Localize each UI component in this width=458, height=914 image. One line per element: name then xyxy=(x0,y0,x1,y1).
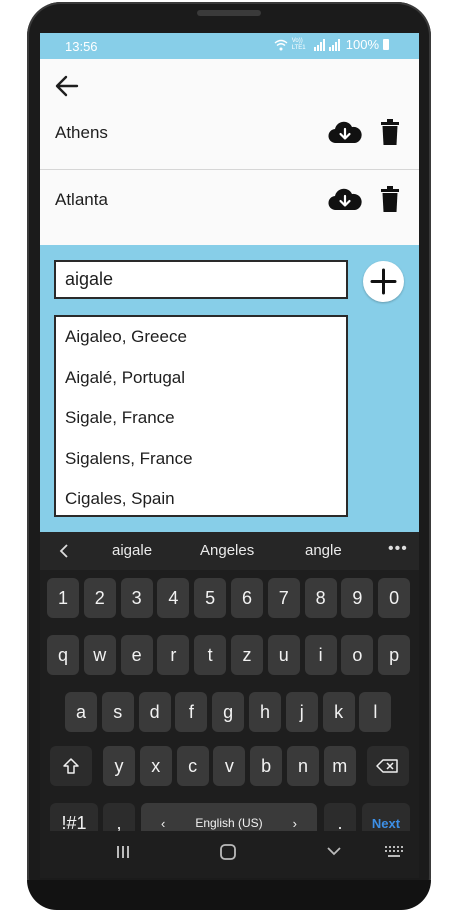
more-options-icon[interactable]: ••• xyxy=(388,540,408,558)
key-k[interactable]: k xyxy=(322,692,355,732)
chevron-left-icon[interactable] xyxy=(57,543,71,559)
key-x[interactable]: x xyxy=(139,746,172,786)
phone-speaker xyxy=(197,10,261,16)
status-time: 13:56 xyxy=(65,39,98,54)
keyboard-word-suggestion[interactable]: angle xyxy=(305,542,342,559)
cloud-download-icon[interactable] xyxy=(328,186,362,214)
signal-icon xyxy=(313,38,340,51)
system-navigation-bar xyxy=(40,831,419,878)
key-w[interactable]: w xyxy=(83,635,116,675)
suggestion-item[interactable]: Aigalé, Portugal xyxy=(56,358,346,399)
key-u[interactable]: u xyxy=(267,635,300,675)
key-h[interactable]: h xyxy=(249,692,281,732)
chevron-left-icon: ‹ xyxy=(161,815,166,831)
battery-icon xyxy=(383,39,389,50)
key-t[interactable]: t xyxy=(194,635,227,675)
status-icons: Vo)) LTE1 100% xyxy=(274,37,389,52)
key-j[interactable]: j xyxy=(285,692,318,732)
keyboard-suggestion-bar: aigale Angeles angle ••• xyxy=(40,532,419,570)
recent-apps-icon[interactable] xyxy=(115,844,131,860)
key-y[interactable]: y xyxy=(103,746,135,786)
network-label: Vo)) LTE1 xyxy=(291,37,306,51)
keyboard-switch-icon[interactable] xyxy=(384,845,404,859)
suggestion-list: Aigaleo, Greece Aigalé, Portugal Sigale,… xyxy=(54,315,348,517)
key-n[interactable]: n xyxy=(287,746,319,786)
key-b[interactable]: b xyxy=(250,746,283,786)
trash-icon[interactable] xyxy=(379,184,401,214)
key-r[interactable]: r xyxy=(157,635,190,675)
key-8[interactable]: 8 xyxy=(304,578,337,618)
key-z[interactable]: z xyxy=(231,635,263,675)
key-v[interactable]: v xyxy=(213,746,246,786)
keyboard-word-suggestion[interactable]: aigale xyxy=(112,542,152,559)
key-1[interactable]: 1 xyxy=(47,578,79,618)
key-f[interactable]: f xyxy=(175,692,208,732)
saved-cities-panel: Athens Atlanta xyxy=(40,59,419,245)
key-q[interactable]: q xyxy=(47,635,79,675)
chevron-right-icon: › xyxy=(292,815,297,831)
plus-icon xyxy=(370,268,397,295)
soft-keyboard: aigale Angeles angle ••• 1234567890 qwert… xyxy=(40,532,419,878)
key-s[interactable]: s xyxy=(101,692,134,732)
key-5[interactable]: 5 xyxy=(194,578,227,618)
key-c[interactable]: c xyxy=(176,746,209,786)
key-9[interactable]: 9 xyxy=(341,578,374,618)
suggestion-item[interactable]: Sigalens, France xyxy=(56,439,346,480)
cloud-download-icon[interactable] xyxy=(328,119,362,147)
key-i[interactable]: i xyxy=(304,635,337,675)
battery-percent: 100% xyxy=(345,37,379,52)
city-search-input[interactable] xyxy=(54,260,348,299)
suggestion-item[interactable]: Aigaleo, Greece xyxy=(56,317,346,358)
home-icon[interactable] xyxy=(219,843,237,861)
trash-icon[interactable] xyxy=(379,117,401,147)
city-row-athens[interactable]: Athens xyxy=(40,113,419,163)
key-d[interactable]: d xyxy=(138,692,171,732)
suggestion-item[interactable]: Sigale, France xyxy=(56,398,346,439)
key-a[interactable]: a xyxy=(65,692,97,732)
backspace-icon xyxy=(376,759,398,773)
key-2[interactable]: 2 xyxy=(83,578,116,618)
suggestion-item[interactable]: Cigales, Spain xyxy=(56,479,346,520)
city-name: Athens xyxy=(55,123,108,142)
key-p[interactable]: p xyxy=(378,635,411,675)
key-4[interactable]: 4 xyxy=(157,578,190,618)
phone-screen: 13:56 Vo)) LTE1 100% Athens Atlanta aiga… xyxy=(40,33,419,878)
key-6[interactable]: 6 xyxy=(231,578,263,618)
city-name: Atlanta xyxy=(55,190,108,209)
add-city-button[interactable] xyxy=(363,261,404,302)
phone-chin xyxy=(27,880,431,910)
wifi-icon xyxy=(274,39,288,50)
keyboard-word-suggestion[interactable]: Angeles xyxy=(200,542,254,559)
key-7[interactable]: 7 xyxy=(267,578,300,618)
backspace-key[interactable] xyxy=(367,746,409,786)
back-arrow-icon[interactable] xyxy=(54,73,80,99)
back-nav-icon[interactable] xyxy=(326,845,342,857)
space-language-label: English (US) xyxy=(195,816,263,830)
key-3[interactable]: 3 xyxy=(120,578,153,618)
key-g[interactable]: g xyxy=(212,692,245,732)
key-l[interactable]: l xyxy=(359,692,392,732)
key-m[interactable]: m xyxy=(323,746,356,786)
status-bar: 13:56 Vo)) LTE1 100% xyxy=(40,33,419,59)
shift-key[interactable] xyxy=(50,746,92,786)
shift-icon xyxy=(63,758,79,774)
key-0[interactable]: 0 xyxy=(378,578,411,618)
city-row-atlanta[interactable]: Atlanta xyxy=(40,169,419,220)
city-search-panel: Aigaleo, Greece Aigalé, Portugal Sigale,… xyxy=(40,245,419,532)
key-e[interactable]: e xyxy=(120,635,153,675)
key-o[interactable]: o xyxy=(341,635,374,675)
